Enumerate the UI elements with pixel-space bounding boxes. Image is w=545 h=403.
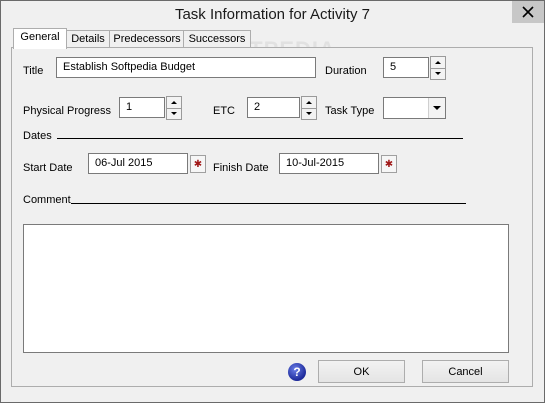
start-date-label: Start Date: [23, 162, 73, 174]
title-input[interactable]: Establish Softpedia Budget: [56, 57, 316, 78]
finish-date-picker-button[interactable]: ✱: [381, 155, 397, 173]
cancel-button[interactable]: Cancel: [422, 360, 509, 383]
spin-down-icon[interactable]: [302, 108, 316, 119]
duration-input[interactable]: 5: [383, 57, 429, 78]
close-icon: [522, 6, 534, 18]
physical-progress-label: Physical Progress: [23, 105, 112, 117]
task-type-select[interactable]: [383, 97, 446, 119]
spin-down-icon[interactable]: [167, 108, 181, 119]
task-type-label: Task Type: [325, 105, 375, 117]
physical-progress-spinner[interactable]: [166, 96, 182, 120]
title-bar[interactable]: Task Information for Activity 7: [1, 1, 544, 29]
etc-spinner[interactable]: [301, 96, 317, 120]
comment-divider: [71, 203, 466, 204]
etc-input[interactable]: 2: [247, 97, 300, 118]
tab-predecessors[interactable]: Predecessors: [109, 30, 185, 48]
physical-progress-input[interactable]: 1: [119, 97, 165, 118]
chevron-down-icon[interactable]: [428, 98, 445, 118]
window-title: Task Information for Activity 7: [174, 6, 371, 23]
tab-general[interactable]: General: [13, 28, 67, 49]
dates-label: Dates: [23, 130, 52, 142]
tab-successors[interactable]: Successors: [183, 30, 251, 48]
dialog-window: Task Information for Activity 7 SOFTPEDI…: [0, 0, 545, 403]
help-icon[interactable]: ?: [288, 363, 306, 381]
start-date-input[interactable]: 06-Jul 2015: [88, 153, 188, 174]
title-label: Title: [23, 65, 44, 77]
tab-details[interactable]: Details: [65, 30, 111, 48]
star-icon: ✱: [384, 158, 394, 170]
comment-textarea[interactable]: [23, 224, 509, 353]
etc-label: ETC: [213, 105, 235, 117]
close-button[interactable]: [512, 1, 544, 23]
duration-label: Duration: [325, 65, 367, 77]
finish-date-input[interactable]: 10-Jul-2015: [279, 153, 379, 174]
finish-date-label: Finish Date: [213, 162, 269, 174]
start-date-picker-button[interactable]: ✱: [190, 155, 206, 173]
spin-down-icon[interactable]: [431, 68, 445, 79]
duration-spinner[interactable]: [430, 56, 446, 80]
comment-label: Comment: [23, 194, 71, 206]
ok-button[interactable]: OK: [318, 360, 405, 383]
star-icon: ✱: [193, 158, 203, 170]
dates-divider: [57, 138, 463, 139]
